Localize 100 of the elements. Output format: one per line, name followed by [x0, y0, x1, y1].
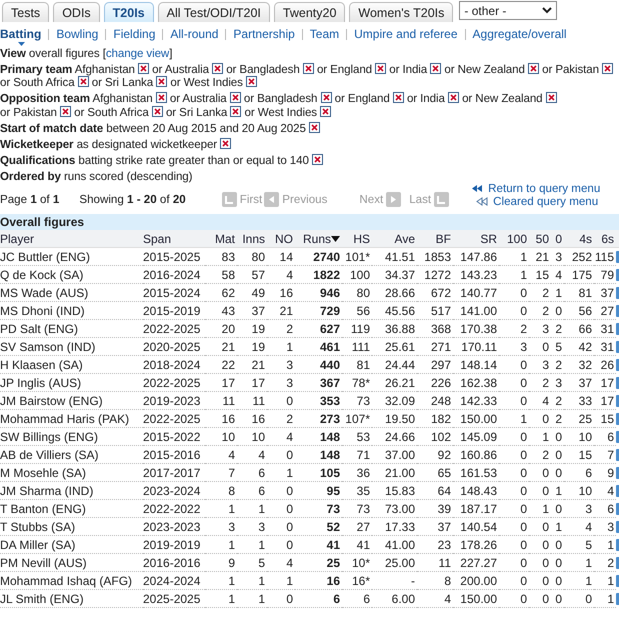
table-cell: 8: [205, 482, 237, 500]
close-icon[interactable]: [156, 76, 168, 87]
table-cell: 4: [267, 266, 295, 284]
table-cell: 4: [564, 518, 594, 536]
row-marker-icon: [616, 250, 619, 263]
double-arrow-icon: [476, 197, 488, 206]
table-cell: 0: [499, 590, 529, 608]
row-marker-icon: [616, 592, 619, 604]
table-cell: 0: [529, 464, 551, 482]
close-icon[interactable]: [138, 62, 150, 74]
table-cell: 25: [295, 554, 342, 572]
close-icon[interactable]: [308, 122, 320, 132]
tab[interactable]: Tests: [2, 2, 50, 22]
table-cell: 80: [342, 284, 372, 302]
nav-link[interactable]: All-round: [170, 27, 218, 41]
table-cell: 2015-2022: [143, 428, 205, 446]
table-cell: 17: [205, 374, 237, 392]
close-icon[interactable]: [220, 138, 232, 148]
filter-value: or Australia: [152, 62, 209, 76]
close-icon[interactable]: [302, 62, 314, 74]
table-cell: 100: [342, 266, 372, 284]
filter-value: or Australia: [170, 92, 227, 105]
table-cell: 367: [295, 374, 342, 392]
table-cell: AB de Villiers (SA): [0, 446, 143, 464]
table-cell: 0: [499, 392, 529, 410]
table-cell: 2022-2025: [143, 374, 205, 392]
table-cell: 28.66: [372, 284, 417, 302]
close-icon[interactable]: [392, 92, 404, 103]
table-cell: 2: [551, 392, 564, 410]
table-cell: 4: [237, 446, 267, 464]
column-header[interactable]: Player: [0, 232, 34, 246]
table-cell: 16: [295, 572, 342, 590]
table-cell: 2017-2017: [143, 464, 205, 482]
filter-value: batting strike rate greater than or equal to 140: [78, 154, 309, 166]
close-icon[interactable]: [212, 62, 224, 74]
tab[interactable]: Twenty20: [274, 2, 346, 22]
close-icon[interactable]: [246, 76, 257, 87]
table-cell: 0: [499, 500, 529, 518]
query-menu-link[interactable]: Cleared query menu: [476, 195, 600, 208]
table-cell: 1: [267, 464, 295, 482]
nav-link[interactable]: Bowling: [56, 27, 98, 41]
change-view-link[interactable]: change view: [106, 46, 170, 60]
close-icon[interactable]: [60, 106, 72, 116]
table-cell: 1: [267, 338, 295, 356]
filter-value: or Bangladesh: [226, 62, 300, 76]
table-cell: 15: [529, 266, 551, 284]
close-icon[interactable]: [312, 154, 323, 164]
tab[interactable]: Women's T20Is: [349, 2, 454, 22]
close-icon[interactable]: [602, 62, 614, 74]
table-cell: 0: [499, 482, 529, 500]
table-cell: 36: [342, 464, 372, 482]
table-cell: 2: [551, 410, 564, 428]
table-cell: 24.66: [372, 428, 417, 446]
close-icon[interactable]: [78, 76, 89, 87]
table-cell: 0: [499, 536, 529, 554]
table-cell: 227.27: [453, 554, 499, 572]
close-icon[interactable]: [375, 62, 386, 74]
nav-link[interactable]: Aggregate/overall: [472, 27, 567, 41]
table-cell: 0: [529, 518, 551, 536]
nav-link[interactable]: Team: [310, 27, 340, 41]
tab[interactable]: T20Is: [104, 2, 154, 22]
table-cell: 15: [564, 446, 594, 464]
table-cell: 3: [529, 356, 551, 374]
table-cell: 2015-2016: [143, 446, 205, 464]
table-cell: 200.00: [453, 572, 499, 590]
close-icon[interactable]: [320, 106, 332, 116]
table-cell: 140.77: [453, 284, 499, 302]
table-cell: Mohammad Haris (PAK): [0, 410, 143, 428]
close-icon[interactable]: [152, 106, 163, 116]
table-cell: 62: [205, 284, 237, 302]
dropdown[interactable]: - other -: [459, 1, 558, 20]
close-icon[interactable]: [230, 106, 242, 116]
nav-link[interactable]: Fielding: [113, 27, 156, 41]
table-cell: 73: [342, 500, 372, 518]
nav-link[interactable]: Partnership: [233, 27, 295, 41]
close-icon[interactable]: [320, 92, 332, 103]
table-cell: 80: [237, 248, 267, 266]
table-cell: 36.88: [372, 320, 417, 338]
table-cell: 2019-2019: [143, 536, 205, 554]
table-cell: 6: [237, 482, 267, 500]
table-cell: 27: [342, 518, 372, 536]
tab[interactable]: All Test/ODI/T20I: [158, 2, 270, 22]
close-icon[interactable]: [156, 92, 167, 103]
row-marker-icon: [616, 286, 619, 298]
close-icon[interactable]: [230, 92, 241, 103]
table-cell: 3: [564, 500, 594, 518]
table-cell: 34.37: [372, 266, 417, 284]
nav-link[interactable]: Batting: [0, 27, 42, 41]
filter-value: or South Africa: [74, 106, 149, 118]
close-icon[interactable]: [448, 92, 459, 103]
table-cell: 2020-2025: [143, 338, 205, 356]
tab[interactable]: ODIs: [53, 2, 100, 22]
nav-link[interactable]: Umpire and referee: [354, 27, 458, 41]
close-icon[interactable]: [546, 92, 557, 103]
close-icon[interactable]: [430, 62, 442, 74]
table-cell: 92: [417, 446, 453, 464]
close-icon[interactable]: [528, 62, 539, 74]
query-menu-link[interactable]: Return to query menu: [471, 182, 600, 195]
filter-value: runs scored (descending): [64, 170, 192, 182]
table-cell: 729: [295, 302, 342, 320]
